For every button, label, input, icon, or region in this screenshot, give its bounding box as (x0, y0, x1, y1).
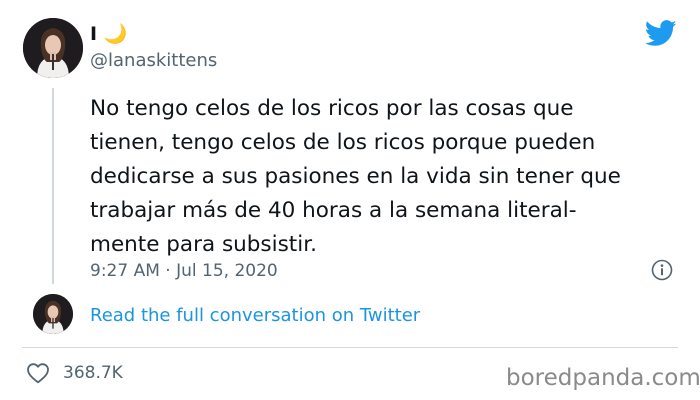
like-count: 368.7K (63, 363, 123, 383)
twitter-bird-icon[interactable] (645, 20, 677, 47)
tweet-text-line: dedicarse a sus pasiones en la vida sin … (90, 164, 621, 189)
tweet-text: No tengo celos de los ricos por las cosa… (90, 92, 680, 262)
display-name[interactable]: I 🌙 (90, 22, 127, 46)
tweet-text-line: mente para subsistir. (90, 232, 317, 257)
tweet-text-line: tienen, tengo celos de los ricos porque … (90, 130, 596, 155)
info-icon[interactable] (651, 259, 673, 281)
read-conversation-link[interactable]: Read the full conversation on Twitter (90, 304, 420, 328)
avatar-image (23, 18, 83, 78)
avatar-image (33, 294, 73, 334)
tweet-text-line: No tengo celos de los ricos por las cosa… (90, 96, 574, 121)
conversation-avatar[interactable] (33, 294, 73, 334)
user-handle[interactable]: @lanaskittens (90, 50, 217, 72)
heart-icon[interactable] (26, 362, 50, 384)
thread-line (52, 88, 54, 284)
watermark: boredpanda.com (506, 365, 700, 391)
divider (22, 347, 678, 348)
tweet-timestamp[interactable]: 9:27 AM · Jul 15, 2020 (90, 260, 278, 282)
avatar[interactable] (23, 18, 83, 78)
tweet-text-line: trabajar más de 40 horas a la semana lit… (90, 198, 577, 223)
